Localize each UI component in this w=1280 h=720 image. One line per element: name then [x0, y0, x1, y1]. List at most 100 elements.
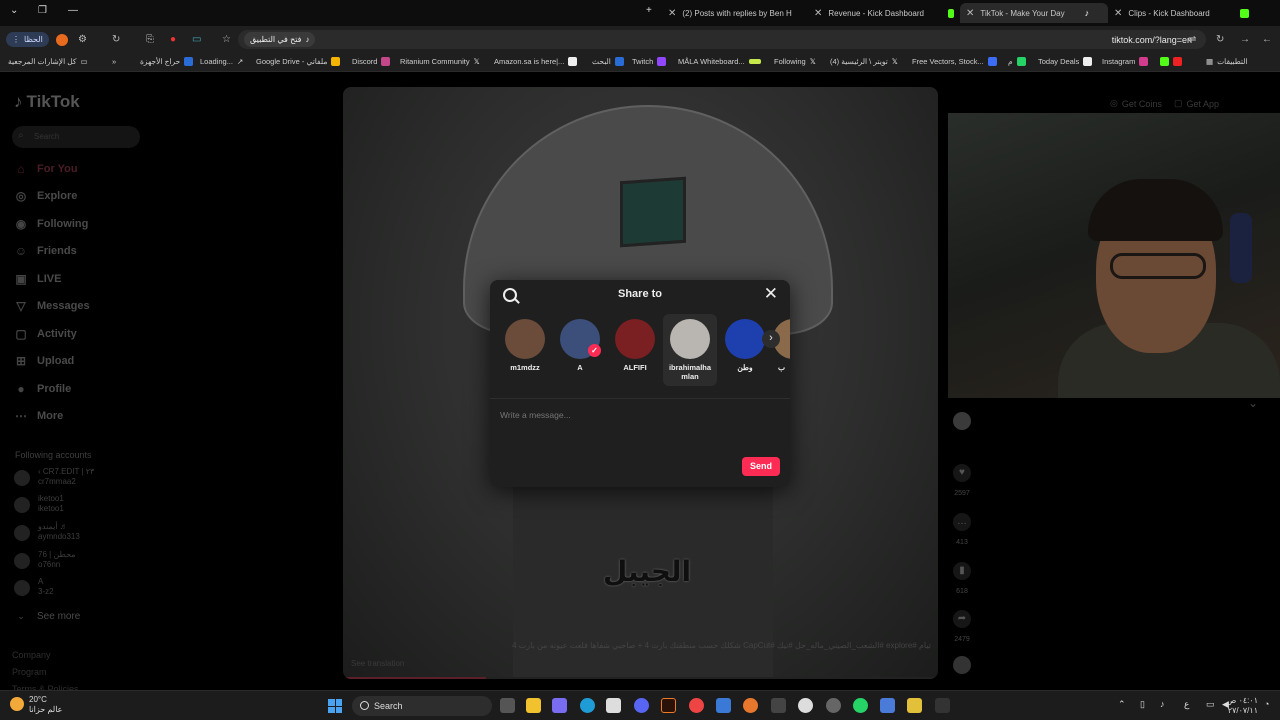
following-account[interactable]: 76 | محطن o76nn [14, 550, 76, 570]
nav-more[interactable]: ⋯ More [14, 409, 63, 423]
open-in-app-button[interactable]: فتح في التطبيق ♪ [244, 32, 316, 47]
chrome-icon[interactable] [689, 698, 704, 713]
edge-icon[interactable] [580, 698, 595, 713]
browser-menu-button[interactable]: ⋮ الحظا [6, 32, 49, 47]
close-tab-icon[interactable]: ✕ [668, 8, 676, 19]
nav-activity[interactable]: ▢ Activity [14, 327, 76, 341]
clock[interactable]: ٠٤:٠١ ص ٢٧/٠٧/١١ [1227, 696, 1258, 716]
close-tab-icon[interactable]: ✕ [1114, 8, 1122, 19]
share-button[interactable]: ➦ 2479 [953, 610, 971, 643]
settings-icon[interactable] [826, 698, 841, 713]
cast-icon[interactable]: ▭ [192, 34, 201, 45]
bookmark-following[interactable]: Following 𝕏 [774, 57, 816, 66]
url-text[interactable]: tiktok.com/?lang=en [1112, 35, 1192, 45]
restore-window-icon[interactable]: ❐ [38, 5, 47, 16]
message-input[interactable] [500, 410, 740, 420]
paint-icon[interactable] [880, 698, 895, 713]
nav-upload[interactable]: ⊞ Upload [14, 354, 74, 368]
following-account[interactable]: ‹ CR7.EDIT | ٢٣ cr7mmaa2 [14, 467, 94, 487]
tiktok-logo[interactable]: ♪ TikTok [14, 92, 80, 112]
minimize-window-icon[interactable]: — [68, 5, 78, 16]
site-settings-icon[interactable]: ⇌ [1188, 34, 1196, 45]
get-coins-button[interactable]: ◎ Get Coins [1110, 98, 1162, 109]
usb-icon[interactable]: ▯ [1140, 699, 1145, 710]
bookmark-whatsapp[interactable]: م [1008, 57, 1026, 66]
nav-following[interactable]: ◉ Following [14, 217, 89, 231]
forward-icon[interactable]: → [1240, 34, 1250, 45]
language-indicator[interactable]: ع [1184, 699, 1189, 710]
bookmark-loading[interactable]: Loading... ↗ [200, 57, 243, 66]
bookmark-youtube[interactable] [1160, 57, 1182, 66]
close-tab-icon[interactable]: ✕ [966, 8, 974, 19]
mail-icon[interactable] [716, 698, 731, 713]
bookmark-mala[interactable]: MÅLA Whiteboard... [678, 57, 761, 66]
bookmark-search[interactable]: البحث [592, 57, 624, 66]
bookmark-haraj[interactable]: حراج الأجهزة [140, 57, 194, 66]
close-tab-icon[interactable]: ✕ [814, 8, 822, 19]
nav-profile[interactable]: ● Profile [14, 382, 71, 396]
following-account[interactable]: iketoo1 iketoo1 [14, 494, 64, 514]
creator-avatar[interactable] [953, 412, 971, 438]
bookmark-instagram[interactable]: Instagram [1102, 57, 1149, 66]
nav-explore[interactable]: ◎ Explore [14, 189, 78, 203]
mic-icon[interactable]: ♪ [1160, 699, 1165, 709]
share-contact-selected[interactable]: ibrahimalhamlan [663, 314, 717, 386]
bookmark-twitter-home[interactable]: (4) تويتر \ الرئيسية 𝕏 [830, 57, 898, 66]
bookmark-twitch[interactable]: Twitch [632, 57, 667, 66]
tab-tiktok[interactable]: ✕ TikTok - Make Your Day ♪ [960, 3, 1108, 23]
nav-for-you[interactable]: ⌂ For You [14, 162, 77, 176]
new-tab-icon[interactable]: + [646, 5, 652, 16]
video-progress-bar[interactable] [343, 677, 938, 679]
save-button[interactable]: ▮ 618 [953, 562, 971, 595]
extension-icon[interactable] [56, 34, 68, 46]
tab-search-icon[interactable]: ⌄ [10, 5, 18, 16]
task-view-icon[interactable] [500, 698, 515, 713]
illustrator-icon[interactable] [661, 698, 676, 713]
windows-start-icon[interactable] [328, 699, 342, 713]
notifications-icon[interactable]: ◔ [1264, 699, 1269, 709]
refresh-icon[interactable]: ↻ [112, 34, 120, 45]
bookmark-amazon[interactable]: Amazon.sa is here|... [494, 57, 578, 66]
following-account[interactable]: A 3-z2 [14, 577, 54, 597]
footer-link[interactable]: Program [12, 667, 47, 677]
whatsapp-icon[interactable] [853, 698, 868, 713]
copilot-icon[interactable] [552, 698, 567, 713]
following-account[interactable]: أيمندو ♬ aymndo313 [14, 522, 80, 542]
nav-messages[interactable]: ▽ Messages [14, 299, 89, 313]
share-contact[interactable]: ✓ A [553, 314, 607, 372]
bookmark-discord[interactable]: Discord [352, 57, 391, 66]
bookmark-freepik[interactable]: Free Vectors, Stock... [912, 57, 997, 66]
more-bookmarks-icon[interactable]: » [112, 57, 116, 66]
nav-friends[interactable]: ☺ Friends [14, 244, 77, 258]
reload-icon[interactable]: ↻ [1216, 34, 1224, 45]
tab-clips[interactable]: ✕ Clips - Kick Dashboard [1114, 3, 1254, 23]
bookmark-google-drive[interactable]: Google Drive - ملفاتي [256, 57, 341, 66]
bookmark-ritanium[interactable]: Ritanium Community 𝕏 [400, 57, 480, 66]
blender-icon[interactable] [743, 698, 758, 713]
nav-live[interactable]: ▣ LIVE [14, 272, 61, 286]
tab-posts[interactable]: ✕ (2) Posts with replies by Ben He [668, 3, 792, 23]
like-button[interactable]: ♥ 2597 [953, 464, 971, 497]
send-button[interactable]: Send [742, 457, 780, 476]
screenshot-icon[interactable]: ⎘ [146, 34, 154, 45]
back-icon[interactable]: ← [1262, 34, 1272, 45]
chevron-down-icon[interactable]: ⌄ [1248, 396, 1258, 410]
get-app-button[interactable]: ▢ Get App [1174, 98, 1219, 109]
discord-icon[interactable] [634, 698, 649, 713]
bookmark-apps[interactable]: ▦ التطبيقات [1206, 57, 1248, 66]
store-icon[interactable] [606, 698, 621, 713]
all-bookmarks[interactable]: كل الإشارات المرجعية ▭ [8, 57, 88, 66]
footer-link[interactable]: Company [12, 650, 51, 660]
close-icon[interactable]: ✕ [764, 284, 778, 304]
file-explorer-icon[interactable] [526, 698, 541, 713]
bookmark-today-deals[interactable]: Today Deals [1038, 57, 1093, 66]
tab-revenue[interactable]: ✕ Revenue - Kick Dashboard [814, 3, 954, 23]
see-more-button[interactable]: ⌄ See more [14, 609, 80, 623]
record-icon[interactable]: ● [170, 34, 176, 45]
obs-icon[interactable] [798, 698, 813, 713]
taskbar-search[interactable]: Search [352, 696, 492, 716]
bookmark-star-icon[interactable]: ☆ [222, 34, 231, 45]
sidebar-search-input[interactable]: Search [12, 126, 140, 148]
comment-button[interactable]: … 413 [953, 513, 971, 546]
share-contact[interactable]: m1mdzz [498, 314, 552, 372]
